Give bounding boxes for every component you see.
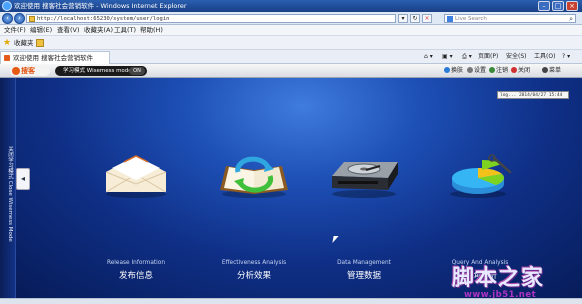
menu-view[interactable]: 查看(V) bbox=[57, 25, 80, 36]
menu-icon bbox=[542, 67, 548, 73]
menu-button[interactable]: 菜单 bbox=[542, 64, 561, 78]
refresh-button[interactable]: ↻ bbox=[410, 14, 420, 23]
ie-icon bbox=[2, 1, 12, 11]
tools-menu[interactable]: 工具(O) bbox=[534, 50, 555, 64]
live-search-icon bbox=[447, 16, 453, 22]
logout-icon bbox=[489, 67, 495, 73]
status-bar bbox=[0, 298, 582, 304]
learning-mode-toggle[interactable]: 学习模式 Wisemess model ON bbox=[55, 66, 147, 76]
help-icon[interactable]: ? ▾ bbox=[562, 50, 570, 64]
module-label-en: Effectiveness Analysis bbox=[221, 260, 287, 266]
url-field[interactable]: http://localhost:65230/system/user/login bbox=[26, 14, 396, 23]
collapse-arrow-button[interactable]: ◂ bbox=[16, 168, 30, 190]
menu-bar: 文件(F) 编辑(E) 查看(V) 收藏夹(A) 工具(T) 帮助(H) bbox=[0, 25, 582, 36]
window-title: 欢迎使用 搜客社会营销软件 - Windows Internet Explore… bbox=[14, 2, 187, 10]
menu-help[interactable]: 帮助(H) bbox=[140, 25, 163, 36]
close-icon bbox=[511, 67, 517, 73]
module-label-en: Data Management bbox=[337, 260, 391, 266]
menu-edit[interactable]: 编辑(E) bbox=[30, 25, 52, 36]
logout-button[interactable]: 注销 bbox=[489, 64, 508, 78]
page-icon bbox=[29, 16, 35, 22]
forward-button[interactable]: › bbox=[14, 13, 25, 24]
address-bar: ‹ › http://localhost:65230/system/user/l… bbox=[0, 12, 582, 25]
module-label-cn: 发布信息 bbox=[118, 271, 153, 281]
module-label-cn: 管理数据 bbox=[346, 271, 381, 281]
browser-window: 欢迎使用 搜客社会营销软件 - Windows Internet Explore… bbox=[0, 0, 582, 304]
address-dropdown-button[interactable]: ▾ bbox=[398, 14, 408, 23]
favorites-bar: ★ 收藏夹 bbox=[0, 36, 582, 50]
home-icon[interactable]: ⌂ ▾ bbox=[424, 50, 433, 64]
skin-button[interactable]: 换肤 bbox=[444, 64, 463, 78]
tab-label: 欢迎使用 搜客社会营销软件 bbox=[13, 54, 94, 62]
search-icon[interactable]: ⌕ bbox=[569, 15, 573, 23]
tab-site-icon bbox=[4, 55, 10, 61]
tab-current[interactable]: 欢迎使用 搜客社会营销软件 bbox=[0, 51, 110, 64]
mode-label: 学习模式 Wisemess model bbox=[63, 68, 134, 74]
learning-mode-sidebar[interactable]: 关闭学习模式 Close Wisemess Mode bbox=[0, 78, 16, 298]
stop-button[interactable]: × bbox=[422, 14, 432, 23]
app-logo: 搜客 bbox=[10, 66, 50, 76]
menu-favorites[interactable]: 收藏夹(A) bbox=[84, 25, 113, 36]
logo-text: 搜客 bbox=[21, 67, 35, 75]
menu-tools[interactable]: 工具(T) bbox=[114, 25, 136, 36]
module-label-en: Release Information bbox=[106, 260, 166, 266]
safety-menu[interactable]: 安全(S) bbox=[506, 50, 527, 64]
logo-icon bbox=[12, 67, 20, 75]
login-time: log... 2014/04/27 15:44 bbox=[497, 91, 569, 99]
search-placeholder: Live Search bbox=[455, 16, 487, 22]
minimize-button[interactable]: – bbox=[538, 1, 550, 11]
maximize-button[interactable]: □ bbox=[552, 1, 564, 11]
close-button[interactable]: 关闭 bbox=[511, 64, 530, 78]
app-top-bar: 搜客 学习模式 Wisemess model ON 换肤 设置 注销 关闭 菜单 bbox=[0, 64, 582, 78]
watermark-brand: 脚本之家 bbox=[452, 265, 545, 291]
back-button[interactable]: ‹ bbox=[2, 13, 13, 24]
module-effectiveness-analysis[interactable]: Effectiveness Analysis 分析效果 bbox=[204, 152, 304, 281]
print-icon[interactable]: ⎙ ▾ bbox=[462, 50, 472, 64]
url-text: http://localhost:65230/system/user/login bbox=[37, 16, 170, 22]
sidebar-text: 关闭学习模式 Close Wisemess Mode bbox=[7, 146, 13, 242]
settings-button[interactable]: 设置 bbox=[467, 64, 486, 78]
mode-switch[interactable]: ON bbox=[129, 67, 145, 75]
close-window-button[interactable]: × bbox=[566, 1, 578, 11]
module-release-information[interactable]: Release Information 发布信息 bbox=[86, 152, 186, 281]
favorites-star-icon[interactable]: ★ bbox=[3, 39, 12, 48]
module-label-cn: 分析效果 bbox=[236, 271, 271, 281]
watermark: 脚本之家 www.jb51.net bbox=[452, 260, 577, 302]
gear-icon bbox=[467, 67, 473, 73]
book-refresh-icon bbox=[220, 156, 288, 198]
menu-file[interactable]: 文件(F) bbox=[4, 25, 26, 36]
hard-drive-icon bbox=[332, 162, 398, 198]
search-input[interactable]: Live Search ⌕ bbox=[444, 14, 576, 23]
module-query-analysis[interactable]: Query And Analysis 查询分析 bbox=[430, 152, 530, 281]
favorites-label[interactable]: 收藏夹 bbox=[14, 36, 34, 50]
tab-bar: 欢迎使用 搜客社会营销软件 ⌂ ▾ ▣ ▾ ⎙ ▾ 页面(P) 安全(S) 工具… bbox=[0, 50, 582, 64]
skin-icon bbox=[444, 67, 450, 73]
envelope-icon bbox=[105, 155, 167, 198]
feeds-icon[interactable]: ▣ ▾ bbox=[442, 50, 453, 64]
add-favorite-icon[interactable] bbox=[36, 39, 44, 47]
title-bar: 欢迎使用 搜客社会营销软件 - Windows Internet Explore… bbox=[0, 0, 582, 12]
page-menu[interactable]: 页面(P) bbox=[478, 50, 498, 64]
module-data-management[interactable]: Data Management 管理数据 bbox=[314, 152, 414, 281]
pie-chart-icon bbox=[450, 154, 512, 198]
